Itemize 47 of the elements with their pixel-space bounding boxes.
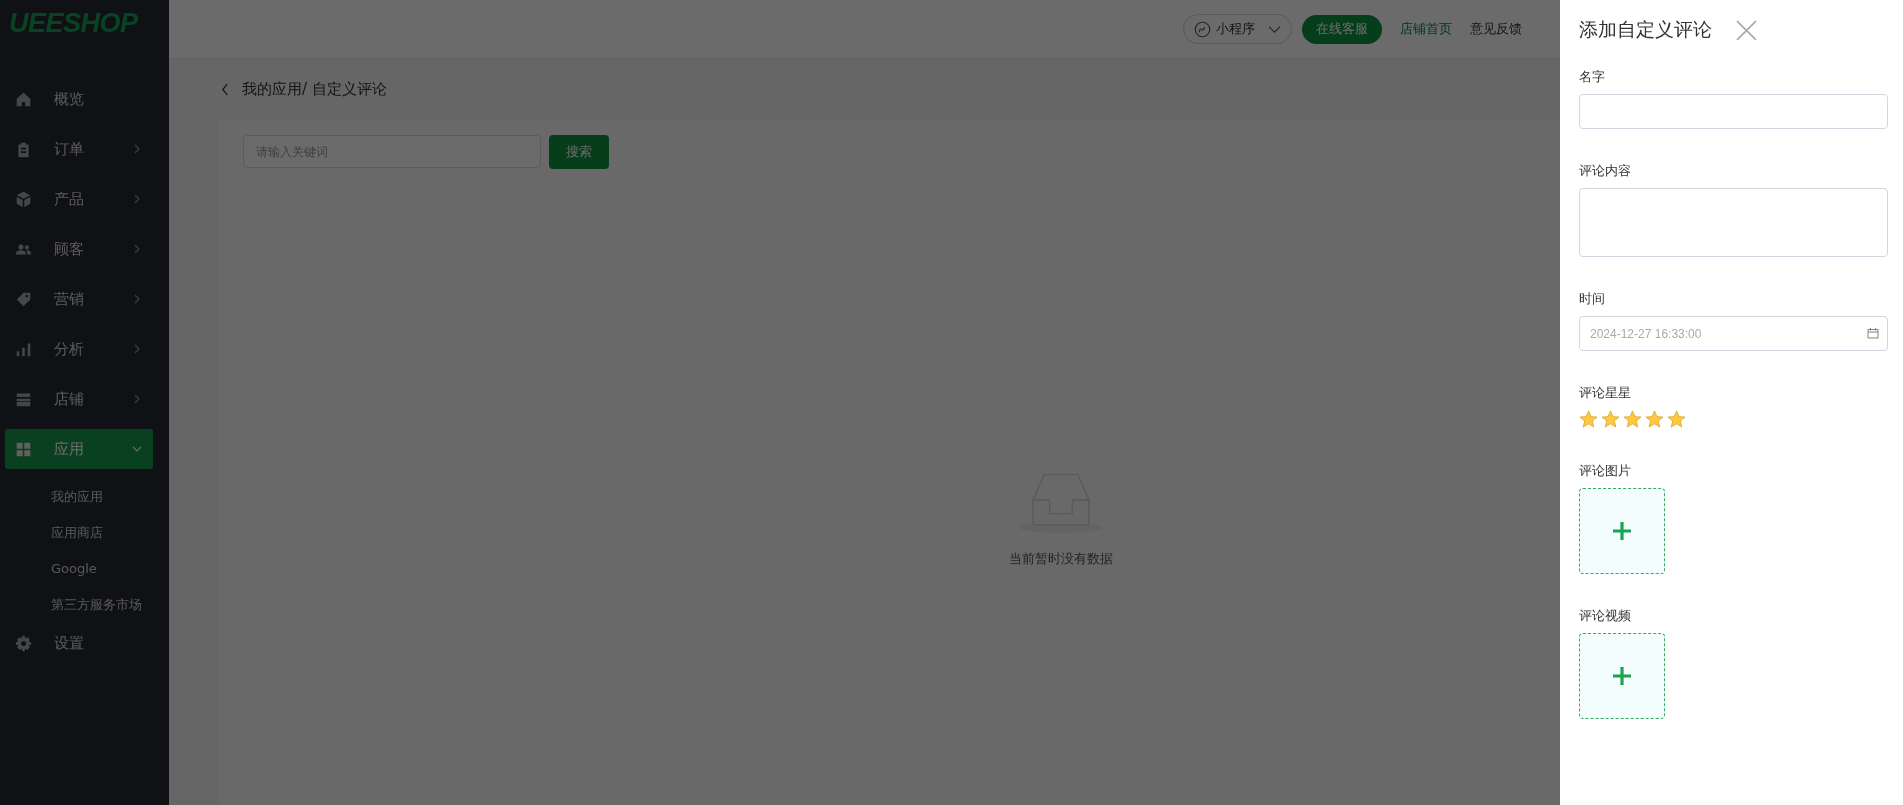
submenu-item[interactable]: 应用商店	[51, 515, 103, 551]
sidebar-item[interactable]: 店铺	[5, 379, 153, 419]
star-filled-icon[interactable]	[1667, 410, 1686, 429]
submenu-item[interactable]: Google	[51, 551, 97, 587]
drawer-title: 添加自定义评论	[1579, 17, 1712, 42]
star-filled-icon[interactable]	[1601, 410, 1620, 429]
field-label: 评论视频	[1579, 607, 1632, 625]
box-icon	[15, 190, 32, 208]
gear-icon	[15, 634, 32, 652]
calendar-icon	[1867, 327, 1879, 339]
header-link[interactable]: 店铺首页	[1400, 20, 1452, 38]
sidebar-item[interactable]: 概览	[5, 79, 153, 119]
back-icon[interactable]	[221, 82, 230, 96]
sidebar-item[interactable]: 订单	[5, 129, 153, 169]
star-filled-icon[interactable]	[1623, 410, 1642, 429]
sidebar-item[interactable]: 营销	[5, 279, 153, 319]
sidebar-item[interactable]: 应用	[5, 429, 153, 469]
field-label: 评论内容	[1579, 162, 1632, 180]
field-label: 名字	[1579, 68, 1606, 86]
submenu-item[interactable]: 我的应用	[51, 479, 103, 515]
link-icon	[1194, 20, 1211, 38]
header-link[interactable]: 意见反馈	[1470, 20, 1522, 38]
sidebar-item[interactable]: 产品	[5, 179, 153, 219]
upload-box[interactable]	[1579, 488, 1665, 574]
upload-box[interactable]	[1579, 633, 1665, 719]
date-field[interactable]: 2024-12-27 16:33:00	[1579, 316, 1888, 351]
sidebar-item[interactable]: 设置	[5, 623, 153, 663]
empty-message: 当前暂时没有数据	[1009, 550, 1113, 568]
star-filled-icon[interactable]	[1645, 410, 1664, 429]
plus-icon	[1612, 666, 1632, 686]
sidebar-item[interactable]: 分析	[5, 329, 153, 369]
plus-icon	[1612, 521, 1632, 541]
sidebar-item[interactable]: 顾客	[5, 229, 153, 269]
search-button[interactable]: 搜索	[549, 135, 609, 169]
tag-icon	[15, 290, 32, 308]
field-label: 评论图片	[1579, 462, 1632, 480]
field-label: 时间	[1579, 290, 1606, 308]
name-field[interactable]	[1579, 94, 1888, 129]
breadcrumb: 我的应用/ 自定义评论	[242, 79, 387, 99]
clip-icon	[15, 140, 32, 158]
online-service-button[interactable]: 在线客服	[1302, 14, 1382, 44]
close-icon[interactable]	[1736, 19, 1757, 41]
home-icon	[15, 90, 32, 108]
star-filled-icon[interactable]	[1579, 410, 1598, 429]
apps-icon	[15, 440, 32, 458]
field-label: 评论星星	[1579, 384, 1632, 402]
content-field[interactable]	[1579, 188, 1888, 257]
